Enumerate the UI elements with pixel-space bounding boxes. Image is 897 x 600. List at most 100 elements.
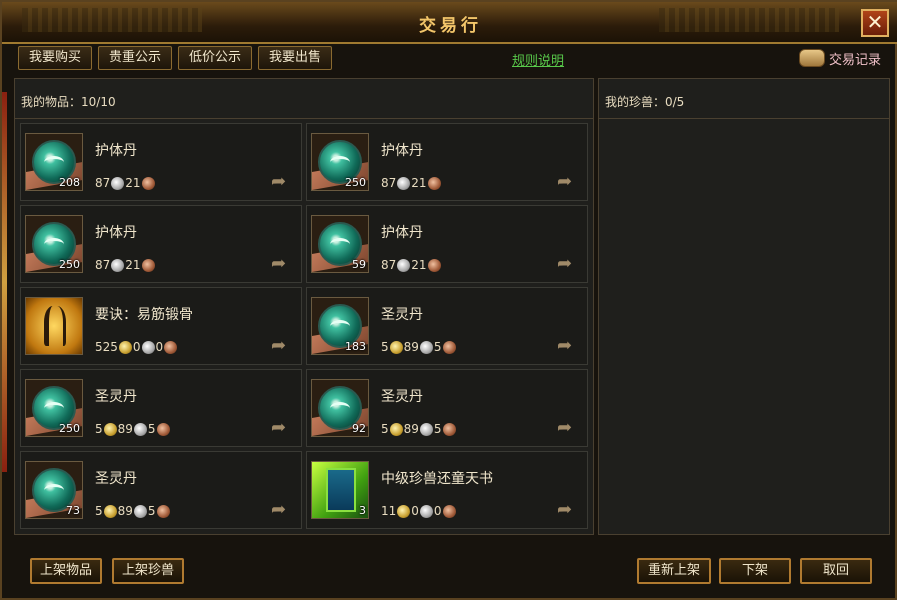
my-items-header: 我的物品：10/10 xyxy=(15,79,593,119)
item-quantity: 73 xyxy=(66,504,80,517)
copper-coin-icon xyxy=(442,340,456,354)
item-slot[interactable]: 要诀：易筋锻骨 525 0 0 ➦ xyxy=(20,287,302,365)
price-copper-value: 21 xyxy=(411,258,427,272)
price-silver-value: 0 xyxy=(411,504,419,518)
trade-records-button[interactable]: 交易记录 xyxy=(798,46,881,70)
price-copper-value: 5 xyxy=(433,422,442,436)
side-decoration xyxy=(2,92,7,472)
price-gold-value: 5 xyxy=(381,422,389,436)
tab-sell[interactable]: 我要出售 xyxy=(258,46,333,70)
price-gold-value: 5 xyxy=(95,422,103,436)
tab-buy[interactable]: 我要购买 xyxy=(18,46,93,70)
item-quantity: 3 xyxy=(359,504,366,517)
item-name: 要诀：易筋锻骨 xyxy=(95,307,193,323)
item-quantity: 59 xyxy=(352,258,366,271)
trade-records-label: 交易记录 xyxy=(828,52,881,68)
my-items-panel: 我的物品：10/10 208 护体丹 87 21 ➦ 250 护体丹 87 21 ➦… xyxy=(14,78,594,535)
item-slot[interactable]: 3 中级珍兽还童天书 11 0 0 ➦ xyxy=(306,451,588,529)
item-price: 11 0 0 xyxy=(381,504,457,518)
item-quantity: 250 xyxy=(59,422,80,435)
jade-orb-icon: 73 xyxy=(25,461,83,519)
item-price: 5 89 5 xyxy=(95,504,171,518)
copper-coin-icon xyxy=(141,258,155,272)
silver-coin-icon xyxy=(111,258,125,272)
item-slot[interactable]: 250 护体丹 87 21 ➦ xyxy=(306,123,588,201)
skill-book-icon: 3 xyxy=(311,461,369,519)
share-arrow-icon[interactable]: ➦ xyxy=(557,419,577,437)
item-slot[interactable]: 250 护体丹 87 21 ➦ xyxy=(20,205,302,283)
silver-coin-icon xyxy=(397,258,411,272)
martial-figure-icon xyxy=(25,297,83,355)
item-name: 圣灵丹 xyxy=(95,471,137,487)
item-quantity: 208 xyxy=(59,176,80,189)
item-price: 525 0 0 xyxy=(95,340,178,354)
share-arrow-icon[interactable]: ➦ xyxy=(271,337,291,355)
jade-orb-icon: 250 xyxy=(311,133,369,191)
item-slot[interactable]: 92 圣灵丹 5 89 5 ➦ xyxy=(306,369,588,447)
jade-orb-icon: 250 xyxy=(25,215,83,273)
item-quantity: 92 xyxy=(352,422,366,435)
silver-coin-icon xyxy=(397,176,411,190)
price-silver-value: 89 xyxy=(403,422,419,436)
item-name: 护体丹 xyxy=(381,225,423,241)
item-name: 护体丹 xyxy=(381,143,423,159)
list-item-button[interactable]: 上架物品 xyxy=(30,558,102,584)
item-name: 中级珍兽还童天书 xyxy=(381,471,493,487)
price-copper-value: 0 xyxy=(433,504,442,518)
share-arrow-icon[interactable]: ➦ xyxy=(557,173,577,191)
price-copper-value: 5 xyxy=(433,340,442,354)
unlist-button[interactable]: 下架 xyxy=(719,558,791,584)
silver-coin-icon xyxy=(419,504,433,518)
jade-orb-icon: 250 xyxy=(25,379,83,437)
silver-coin-icon xyxy=(419,340,433,354)
scroll-icon xyxy=(798,49,825,67)
price-silver-value: 0 xyxy=(132,340,141,354)
share-arrow-icon[interactable]: ➦ xyxy=(557,501,577,519)
rules-link[interactable]: 规则说明 xyxy=(512,50,564,69)
silver-coin-icon xyxy=(141,340,155,354)
tab-bar: 我要购买 贵重公示 低价公示 我要出售 xyxy=(18,46,333,72)
item-slot[interactable]: 59 护体丹 87 21 ➦ xyxy=(306,205,588,283)
item-price: 87 21 xyxy=(95,176,156,190)
silver-coin-icon xyxy=(133,504,147,518)
retrieve-button[interactable]: 取回 xyxy=(800,558,872,584)
gold-coin-icon xyxy=(103,504,117,518)
share-arrow-icon[interactable]: ➦ xyxy=(271,501,291,519)
price-silver-value: 87 xyxy=(95,176,111,190)
gold-coin-icon xyxy=(389,422,403,436)
share-arrow-icon[interactable]: ➦ xyxy=(557,255,577,273)
share-arrow-icon[interactable]: ➦ xyxy=(557,337,577,355)
close-button[interactable]: ✕ xyxy=(861,9,889,37)
copper-coin-icon xyxy=(427,176,441,190)
item-slot[interactable]: 73 圣灵丹 5 89 5 ➦ xyxy=(20,451,302,529)
item-slot[interactable]: 250 圣灵丹 5 89 5 ➦ xyxy=(20,369,302,447)
price-copper-value: 21 xyxy=(125,258,141,272)
item-price: 5 89 5 xyxy=(381,340,457,354)
share-arrow-icon[interactable]: ➦ xyxy=(271,419,291,437)
price-copper-value: 0 xyxy=(155,340,164,354)
gold-coin-icon xyxy=(103,422,117,436)
item-price: 5 89 5 xyxy=(381,422,457,436)
list-pet-button[interactable]: 上架珍兽 xyxy=(112,558,184,584)
item-price: 87 21 xyxy=(95,258,156,272)
price-copper-value: 5 xyxy=(147,422,156,436)
share-arrow-icon[interactable]: ➦ xyxy=(271,255,291,273)
title-bar[interactable]: 交易行 ✕ xyxy=(2,2,897,44)
item-slot[interactable]: 208 护体丹 87 21 ➦ xyxy=(20,123,302,201)
item-price: 87 21 xyxy=(381,258,442,272)
item-name: 圣灵丹 xyxy=(95,389,137,405)
item-price: 5 89 5 xyxy=(95,422,171,436)
item-slot[interactable]: 183 圣灵丹 5 89 5 ➦ xyxy=(306,287,588,365)
price-silver-value: 89 xyxy=(117,504,133,518)
gold-coin-icon xyxy=(397,504,411,518)
tab-valuable-notice[interactable]: 贵重公示 xyxy=(98,46,173,70)
item-name: 护体丹 xyxy=(95,225,137,241)
price-silver-value: 89 xyxy=(117,422,133,436)
relist-button[interactable]: 重新上架 xyxy=(637,558,711,584)
item-price: 87 21 xyxy=(381,176,442,190)
tab-low-price-notice[interactable]: 低价公示 xyxy=(178,46,253,70)
my-pets-header: 我的珍兽：0/5 xyxy=(599,79,889,119)
share-arrow-icon[interactable]: ➦ xyxy=(271,173,291,191)
jade-orb-icon: 183 xyxy=(311,297,369,355)
item-quantity: 250 xyxy=(345,176,366,189)
